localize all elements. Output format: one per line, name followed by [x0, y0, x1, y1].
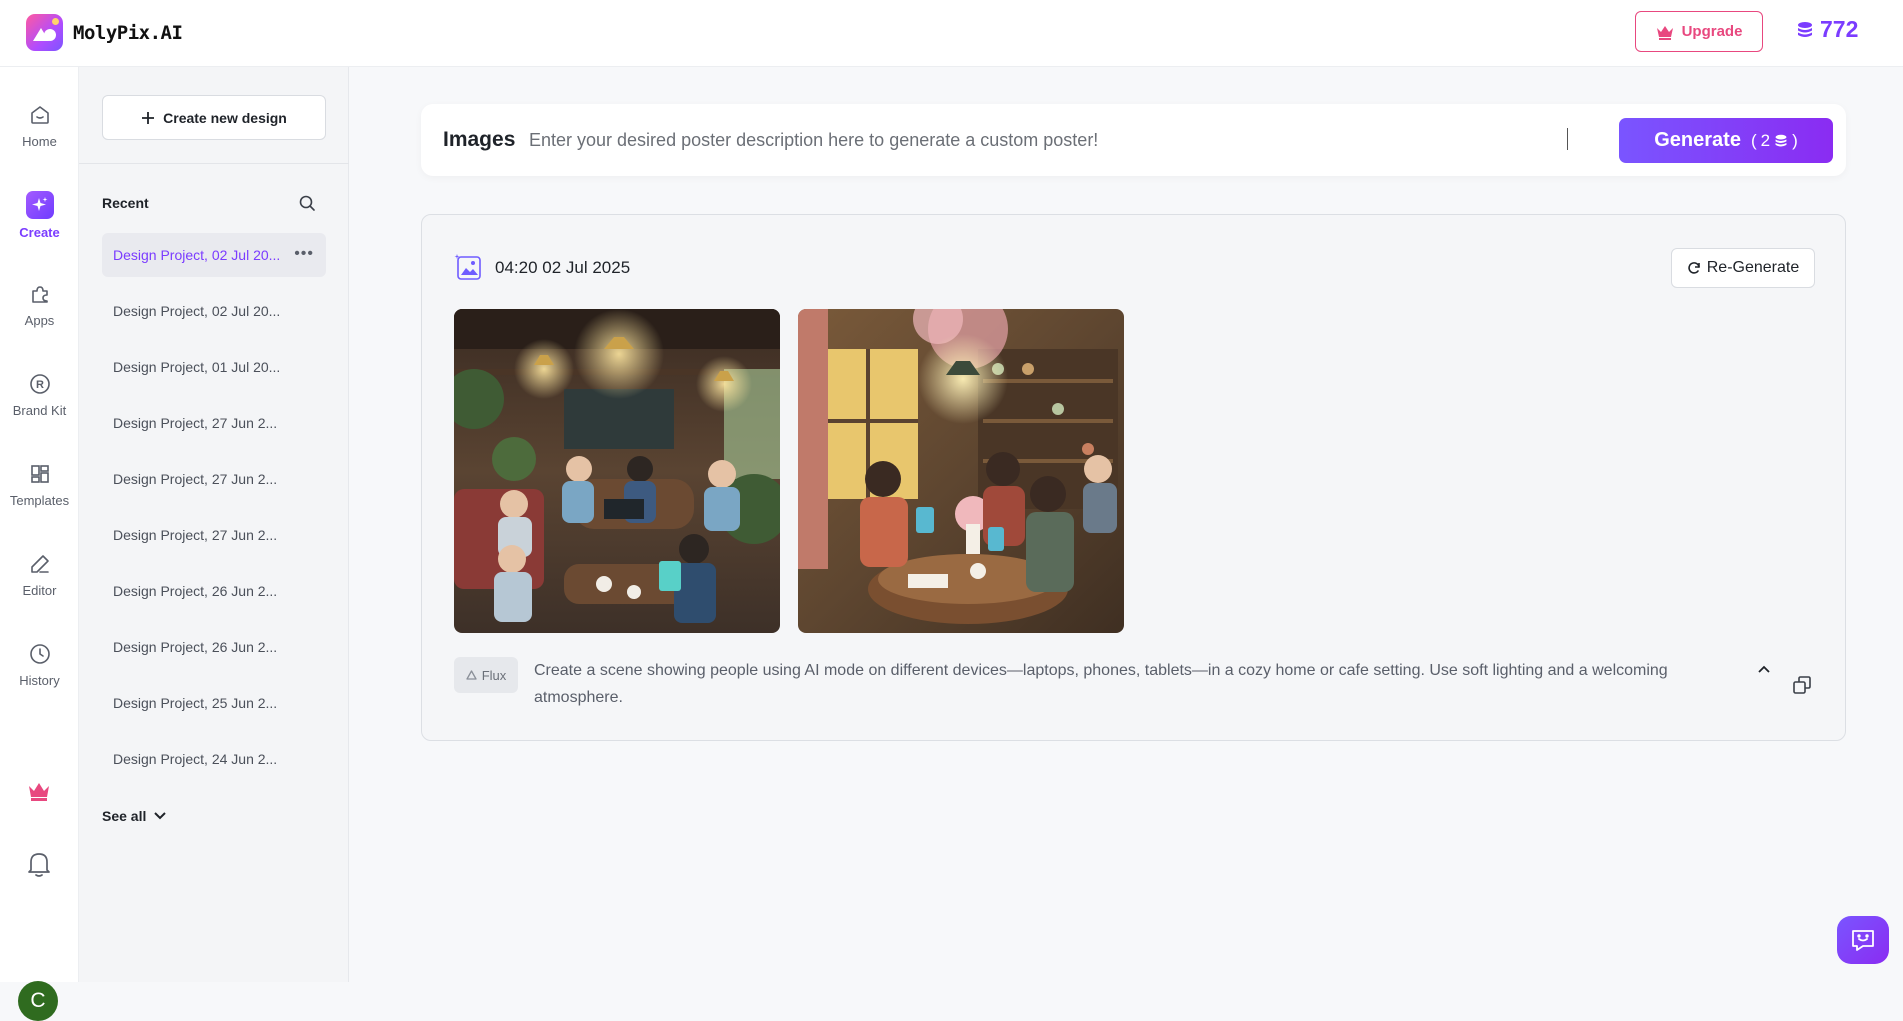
- rail-item-create[interactable]: Create: [0, 191, 79, 240]
- list-item[interactable]: Design Project, 27 Jun 2...: [102, 457, 326, 501]
- coin-stack-icon: [1775, 134, 1787, 146]
- avatar[interactable]: C: [18, 981, 58, 1021]
- project-name: Design Project, 02 Jul 20...: [113, 247, 281, 263]
- upgrade-button[interactable]: Upgrade: [1635, 11, 1763, 52]
- rail-item-home[interactable]: Home: [0, 102, 79, 149]
- app-name: MolyPix.AI: [73, 21, 183, 44]
- project-name: Design Project, 26 Jun 2...: [113, 583, 278, 599]
- recent-heading: Recent: [102, 195, 149, 211]
- chat-support-button[interactable]: [1837, 916, 1889, 964]
- top-bar: MolyPix.AI Upgrade 772: [0, 0, 1903, 67]
- project-name: Design Project, 27 Jun 2...: [113, 415, 278, 431]
- list-item[interactable]: Design Project, 27 Jun 2...: [102, 513, 326, 557]
- see-all-button[interactable]: See all: [102, 808, 167, 824]
- generate-label: Generate: [1654, 129, 1741, 151]
- create-new-label: Create new design: [163, 109, 287, 126]
- list-item[interactable]: Design Project, 26 Jun 2...: [102, 569, 326, 613]
- project-name: Design Project, 02 Jul 20...: [113, 303, 281, 319]
- rail-item-apps[interactable]: Apps: [0, 281, 79, 328]
- home-icon: [27, 102, 53, 128]
- more-options-icon[interactable]: •••: [294, 245, 314, 263]
- generate-cost: (2 ): [1750, 130, 1798, 150]
- model-badge: Flux: [454, 657, 518, 693]
- upgrade-label: Upgrade: [1681, 23, 1743, 40]
- list-item[interactable]: Design Project, 02 Jul 20...: [102, 289, 326, 333]
- prompt-input[interactable]: [529, 124, 1529, 156]
- ai-image-icon: [454, 253, 482, 281]
- pencil-icon: [27, 551, 53, 577]
- rail-label-home: Home: [22, 134, 57, 149]
- project-name: Design Project, 24 Jun 2...: [113, 751, 278, 767]
- rail-label-create: Create: [19, 225, 60, 240]
- crown-icon: [1656, 25, 1673, 40]
- list-item[interactable]: Design Project, 24 Jun 2...: [102, 737, 326, 781]
- left-rail: Home Create Apps R Brand Kit Templates E…: [0, 67, 79, 1021]
- bell-icon[interactable]: [26, 850, 52, 883]
- text-caret: [1567, 128, 1568, 150]
- rail-label-editor: Editor: [22, 583, 57, 598]
- copy-icon[interactable]: [1792, 675, 1814, 697]
- project-name: Design Project, 01 Jul 20...: [113, 359, 281, 375]
- generate-button[interactable]: Generate (2 ): [1619, 118, 1833, 163]
- grid-icon: [27, 461, 53, 487]
- list-item[interactable]: Design Project, 25 Jun 2...: [102, 681, 326, 725]
- result-card: 04:20 02 Jul 2025 Re-Generate Flux Creat…: [421, 214, 1846, 741]
- logo-mark-icon: [26, 14, 63, 51]
- rail-label-templates: Templates: [9, 493, 70, 508]
- chevron-up-icon[interactable]: [1757, 661, 1773, 677]
- rail-label-brand-kit: Brand Kit: [12, 403, 67, 418]
- triangle-icon: [466, 670, 477, 680]
- generate-cost-value: 2: [1760, 130, 1771, 150]
- puzzle-icon: [27, 281, 53, 307]
- chevron-down-icon: [154, 812, 167, 820]
- prompt-bar: Images Generate (2 ): [421, 104, 1846, 176]
- app-logo[interactable]: MolyPix.AI: [26, 14, 183, 51]
- project-name: Design Project, 25 Jun 2...: [113, 695, 278, 711]
- credits-value: 772: [1820, 16, 1859, 42]
- clock-icon: [27, 641, 53, 667]
- model-name: Flux: [481, 667, 507, 683]
- create-new-design-button[interactable]: Create new design: [102, 95, 326, 140]
- generated-image-2[interactable]: [798, 309, 1124, 633]
- refresh-icon: [1688, 262, 1700, 274]
- rail-label-history: History: [19, 673, 60, 688]
- result-timestamp: 04:20 02 Jul 2025: [495, 258, 631, 277]
- generated-image-1[interactable]: [454, 309, 780, 633]
- prompt-mode-label: Images: [443, 128, 516, 151]
- regenerate-label: Re-Generate: [1706, 259, 1800, 276]
- rail-item-brand-kit[interactable]: R Brand Kit: [0, 371, 79, 418]
- project-name: Design Project, 26 Jun 2...: [113, 639, 278, 655]
- rail-item-history[interactable]: History: [0, 641, 79, 688]
- coin-stack-icon: [1798, 21, 1812, 37]
- crown-icon[interactable]: [27, 780, 51, 807]
- list-item[interactable]: Design Project, 27 Jun 2...: [102, 401, 326, 445]
- svg-text:R: R: [36, 379, 44, 391]
- registered-icon: R: [27, 371, 53, 397]
- sidebar-divider: [79, 163, 349, 164]
- regenerate-button[interactable]: Re-Generate: [1671, 248, 1815, 288]
- list-item[interactable]: Design Project, 26 Jun 2...: [102, 625, 326, 669]
- chat-icon: [1852, 930, 1874, 951]
- list-item[interactable]: Design Project, 01 Jul 20...: [102, 345, 326, 389]
- search-icon[interactable]: [298, 194, 318, 214]
- project-name: Design Project, 27 Jun 2...: [113, 527, 278, 543]
- plus-icon: [142, 111, 155, 124]
- projects-sidebar: Create new design Recent Design Project,…: [79, 67, 349, 982]
- see-all-label: See all: [102, 808, 147, 824]
- sparkle-icon: [25, 191, 54, 219]
- project-name: Design Project, 27 Jun 2...: [113, 471, 278, 487]
- rail-item-editor[interactable]: Editor: [0, 551, 79, 598]
- result-prompt-text: Create a scene showing people using AI m…: [534, 662, 1668, 706]
- credits-balance[interactable]: 772: [1796, 16, 1858, 43]
- rail-item-templates[interactable]: Templates: [0, 461, 79, 508]
- rail-label-apps: Apps: [24, 313, 55, 328]
- list-item[interactable]: Design Project, 02 Jul 20... •••: [102, 233, 326, 277]
